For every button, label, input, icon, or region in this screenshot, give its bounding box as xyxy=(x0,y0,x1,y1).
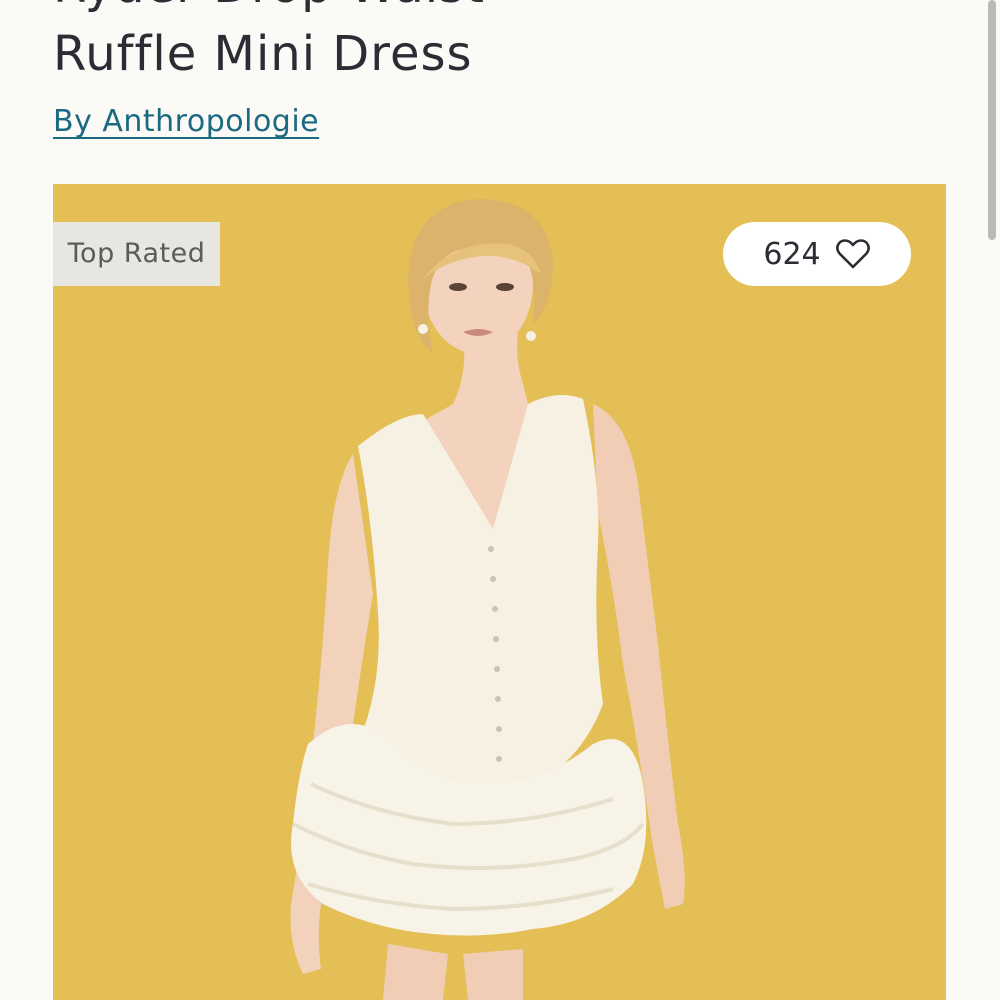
product-title-line-1: Ryder Drop-Waist xyxy=(53,0,953,20)
brand-link[interactable]: By Anthropologie xyxy=(53,104,319,139)
top-rated-badge: Top Rated xyxy=(53,222,220,286)
heart-icon xyxy=(835,239,870,269)
product-page: Ryder Drop-Waist Ruffle Mini Dress By An… xyxy=(0,0,1000,1000)
product-image[interactable]: Top Rated 624 xyxy=(53,184,946,1000)
favorite-button[interactable]: 624 xyxy=(723,222,911,286)
model-photo xyxy=(53,184,946,1000)
product-title: Ryder Drop-Waist Ruffle Mini Dress xyxy=(53,0,953,88)
scrollbar-thumb[interactable] xyxy=(988,0,996,240)
favorites-count: 624 xyxy=(763,236,821,272)
product-title-line-2: Ruffle Mini Dress xyxy=(53,26,473,82)
